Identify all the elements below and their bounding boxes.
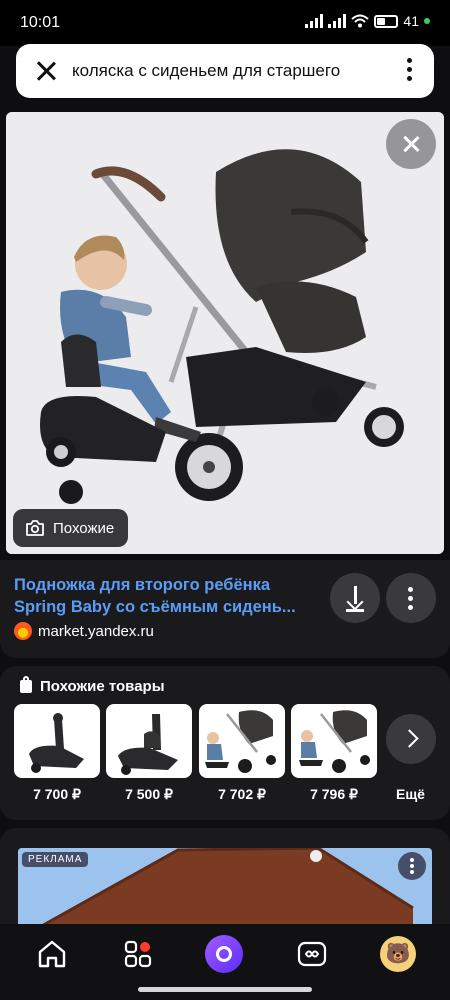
- product-price: 7 700 ₽: [33, 786, 81, 802]
- product-price: 7 702 ₽: [218, 786, 266, 802]
- similar-products: Похожие товары 7 700 ₽ 7 500 ₽ 7 702 ₽ 7…: [0, 666, 450, 820]
- product-image: [205, 710, 276, 773]
- chevron-right-icon[interactable]: [386, 714, 436, 764]
- download-button[interactable]: [330, 573, 380, 623]
- result-title[interactable]: Подножка для второго ребёнка Spring Baby…: [14, 574, 314, 618]
- product-card[interactable]: [199, 704, 285, 778]
- alice-assistant-icon[interactable]: [205, 935, 243, 973]
- tabs-icon[interactable]: [294, 936, 330, 972]
- more-vertical-icon: [410, 858, 414, 874]
- more-products-link[interactable]: Ещё: [396, 786, 425, 802]
- ad-label: РЕКЛАМА: [22, 852, 89, 867]
- result-card: Подножка для второго ребёнка Spring Baby…: [0, 560, 450, 658]
- battery-icon: [374, 14, 399, 28]
- signal-icon-2: [328, 14, 347, 28]
- result-source[interactable]: market.yandex.ru: [14, 622, 154, 640]
- result-image[interactable]: [6, 112, 444, 554]
- home-indicator[interactable]: [138, 987, 312, 992]
- signal-icon: [305, 14, 324, 28]
- ad-more-button[interactable]: [398, 852, 426, 880]
- result-more-button[interactable]: [386, 573, 436, 623]
- product-image: [29, 713, 84, 773]
- product-card[interactable]: [14, 704, 100, 778]
- status-bar: 10:01 41: [0, 0, 450, 46]
- search-bar[interactable]: коляска с сиденьем для старшего: [16, 44, 434, 98]
- status-time: 10:01: [20, 14, 61, 31]
- similar-button-label: Похожие: [53, 519, 115, 537]
- more-vertical-icon: [408, 587, 413, 610]
- product-image: [118, 714, 178, 775]
- product-image: [299, 710, 370, 773]
- shopping-bag-icon: [20, 676, 32, 693]
- product-card[interactable]: [106, 704, 192, 778]
- product-price: 7 796 ₽: [310, 786, 358, 802]
- product-price: 7 500 ₽: [125, 786, 173, 802]
- result-source-label: market.yandex.ru: [38, 622, 154, 640]
- battery-level: 41: [403, 13, 419, 29]
- similar-button[interactable]: Похожие: [13, 509, 129, 547]
- close-icon[interactable]: [32, 57, 60, 85]
- close-image-icon[interactable]: [386, 119, 436, 169]
- more-vertical-icon[interactable]: [407, 58, 412, 81]
- similar-products-header: Похожие товары: [40, 678, 165, 695]
- home-icon[interactable]: [34, 936, 70, 972]
- stroller-illustration: [6, 112, 444, 554]
- avatar[interactable]: 🐻: [380, 936, 416, 972]
- services-grid-icon[interactable]: [120, 936, 156, 972]
- notification-dot-icon: [140, 942, 150, 952]
- market-logo-icon: [14, 622, 32, 640]
- privacy-dot-icon: [424, 18, 430, 24]
- wifi-icon: [351, 14, 370, 28]
- product-card[interactable]: [291, 704, 377, 778]
- camera-icon: [26, 520, 44, 536]
- search-query[interactable]: коляска с сиденьем для старшего: [72, 61, 394, 81]
